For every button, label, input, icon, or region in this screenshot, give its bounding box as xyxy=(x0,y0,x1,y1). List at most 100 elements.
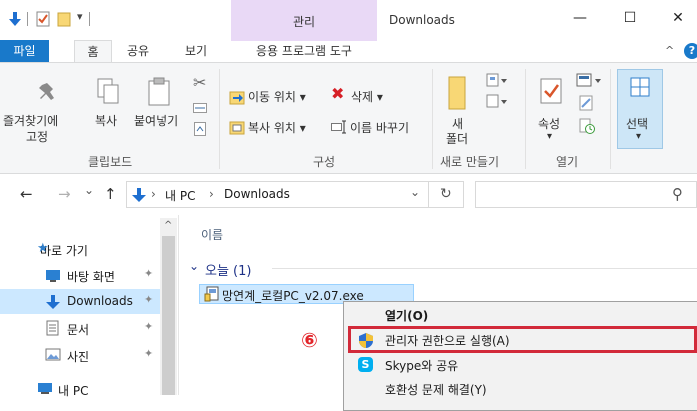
title-bar: ▾ 관리 Downloads — ☐ ✕ xyxy=(0,0,697,41)
tab-share[interactable]: 공유 xyxy=(118,40,158,63)
executable-file-icon xyxy=(204,286,219,302)
history-icon[interactable] xyxy=(579,118,595,134)
qat-customize-icon[interactable]: ▾ xyxy=(77,10,83,26)
refresh-button[interactable]: ↻ xyxy=(429,181,464,208)
nav-item-desktop[interactable]: 바탕 화면 ✦ xyxy=(0,263,160,288)
path-separator[interactable]: › xyxy=(151,187,156,201)
open-group-label: 열기 xyxy=(556,155,579,169)
easy-access-icon[interactable] xyxy=(486,94,508,108)
delete-button[interactable]: 삭제 ▾ xyxy=(351,88,383,105)
path-separator[interactable]: › xyxy=(209,187,214,201)
column-header-name[interactable]: 이름 xyxy=(201,226,223,243)
back-button[interactable]: ← xyxy=(20,185,33,203)
properties-button[interactable]: 속성 xyxy=(538,115,560,132)
maximize-button[interactable]: ☐ xyxy=(620,10,640,30)
menu-item-label: 호환성 문제 해결(Y) xyxy=(385,383,487,397)
cut-icon[interactable]: ✂ xyxy=(193,73,206,92)
contextual-tab-group-label: 관리 xyxy=(292,15,316,29)
menu-item-label: 열기(O) xyxy=(385,309,429,323)
move-to-button[interactable]: 이동 위치 ▾ xyxy=(248,88,306,105)
pin-icon xyxy=(39,83,54,100)
group-divider xyxy=(272,268,697,269)
rename-button[interactable]: 이름 바꾸기 xyxy=(350,119,409,136)
organize-group-label: 구성 xyxy=(313,155,336,169)
nav-quick-access[interactable]: 바로 가기 xyxy=(0,236,160,261)
download-icon xyxy=(46,295,60,309)
new-folder-label-2[interactable]: 폴더 xyxy=(446,130,468,147)
menu-item-share-skype[interactable]: S Skype와 공유 xyxy=(344,353,697,377)
nav-item-documents[interactable]: 문서 ✦ xyxy=(0,316,160,341)
computer-icon xyxy=(38,383,52,394)
select-label: 선택 xyxy=(626,117,649,131)
pin-to-quick-access-label-2[interactable]: 고정 xyxy=(26,128,48,145)
highlight-box xyxy=(348,326,697,353)
paste-shortcut-icon[interactable] xyxy=(194,122,206,136)
new-folder-icon[interactable] xyxy=(57,11,71,27)
address-bar[interactable]: › 내 PC › Downloads ⌄ xyxy=(126,181,429,208)
nav-this-pc[interactable]: 내 PC xyxy=(0,377,160,402)
ribbon-collapse-icon[interactable]: ^ xyxy=(665,44,674,57)
pin-to-quick-access-label-1[interactable]: 즐겨찾기에 xyxy=(3,112,58,129)
tab-view[interactable]: 보기 xyxy=(176,40,216,63)
new-folder-large-icon xyxy=(448,76,466,110)
clipboard-group-label: 클립보드 xyxy=(88,155,133,169)
forward-button[interactable]: → xyxy=(58,185,71,203)
tab-file[interactable]: 파일 xyxy=(0,40,49,63)
group-separator xyxy=(219,69,220,169)
properties-icon xyxy=(540,78,562,104)
download-arrow-icon[interactable] xyxy=(8,11,22,27)
recent-locations-button[interactable]: ⌄ xyxy=(84,183,94,197)
edit-icon[interactable] xyxy=(579,95,593,111)
pin-icon: ✦ xyxy=(144,320,154,333)
nav-item-label: 바탕 화면 xyxy=(67,270,115,284)
select-dropdown-arrow: ▾ xyxy=(636,131,642,142)
nav-item-label: Downloads xyxy=(67,294,133,308)
skype-icon: S xyxy=(358,357,373,372)
menu-item-troubleshoot-compat[interactable]: 호환성 문제 해결(Y) xyxy=(344,377,697,401)
new-group-label: 새로 만들기 xyxy=(440,155,500,169)
copy-to-button[interactable]: 복사 위치 ▾ xyxy=(248,119,306,136)
scroll-up-icon[interactable]: ^ xyxy=(164,220,172,231)
qat-separator xyxy=(27,12,28,26)
nav-scrollbar-thumb[interactable] xyxy=(162,236,175,395)
pictures-icon xyxy=(45,348,61,361)
contextual-tab-band: 관리 xyxy=(231,0,377,41)
properties-check-icon[interactable] xyxy=(36,11,50,27)
copy-button[interactable]: 복사 xyxy=(95,112,117,129)
paste-icon xyxy=(148,77,170,106)
up-button[interactable]: ↑ xyxy=(104,185,117,203)
ribbon-tabs: 파일 홈 공유 보기 응용 프로그램 도구 ^ ? xyxy=(0,40,697,63)
search-input[interactable]: ⚲ xyxy=(475,181,697,208)
menu-item-open[interactable]: 열기(O) xyxy=(344,303,697,327)
nav-this-pc-label: 내 PC xyxy=(58,384,89,398)
download-arrow-icon xyxy=(132,188,146,202)
close-button[interactable]: ✕ xyxy=(668,10,688,30)
rename-icon xyxy=(331,120,346,134)
minimize-button[interactable]: — xyxy=(570,10,590,30)
address-dropdown-button[interactable]: ⌄ xyxy=(410,185,420,199)
new-item-icon[interactable] xyxy=(486,73,508,87)
group-separator xyxy=(525,69,526,169)
move-to-icon xyxy=(229,91,245,105)
qat-separator-2 xyxy=(89,12,90,26)
nav-item-downloads[interactable]: Downloads ✦ xyxy=(0,289,160,314)
copy-path-icon[interactable] xyxy=(193,103,207,113)
desktop-icon xyxy=(46,270,60,282)
nav-item-pictures[interactable]: 사진 ✦ xyxy=(0,343,160,368)
breadcrumb-downloads[interactable]: Downloads xyxy=(224,187,290,201)
select-all-icon xyxy=(630,77,650,97)
group-collapse-icon[interactable]: ⌄ xyxy=(189,259,199,273)
open-icon[interactable] xyxy=(576,73,602,87)
tab-home[interactable]: 홈 xyxy=(74,40,112,63)
search-icon: ⚲ xyxy=(672,185,683,203)
tab-app-tools[interactable]: 응용 프로그램 도구 xyxy=(234,40,374,63)
paste-button[interactable]: 붙여넣기 xyxy=(134,112,178,129)
refresh-icon[interactable]: ↻ xyxy=(440,186,452,202)
pin-icon: ✦ xyxy=(144,347,154,360)
help-icon[interactable]: ? xyxy=(684,43,697,59)
group-header-today[interactable]: 오늘 (1) xyxy=(205,260,251,279)
breadcrumb-this-pc[interactable]: 내 PC xyxy=(165,187,195,204)
pane-divider[interactable] xyxy=(178,215,179,395)
properties-dropdown-arrow[interactable]: ▾ xyxy=(547,131,552,142)
step-marker: ⑥ xyxy=(301,328,318,352)
